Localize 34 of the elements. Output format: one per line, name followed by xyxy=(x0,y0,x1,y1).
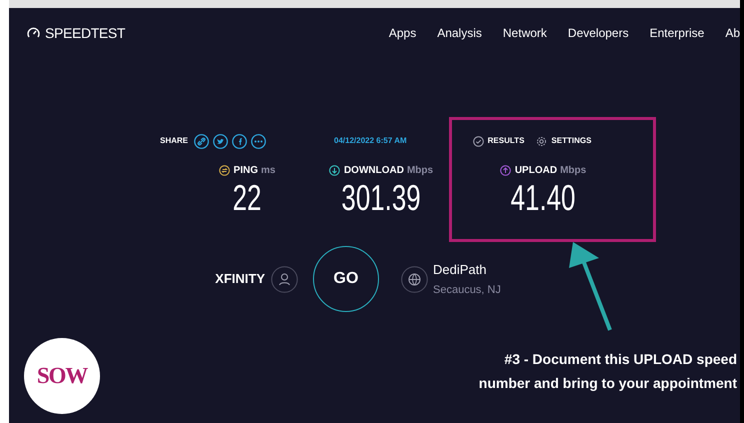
check-icon xyxy=(472,136,484,146)
annotation-text: #3 - Document this UPLOAD speed number and bring to your appointment xyxy=(478,350,737,393)
metric-label: DOWNLOAD xyxy=(344,164,404,178)
metric-label: UPLOAD xyxy=(514,164,558,178)
globe-icon[interactable] xyxy=(401,266,428,292)
link-icon[interactable] xyxy=(194,134,210,148)
nav-link[interactable]: Enterprise xyxy=(650,24,704,42)
results-link[interactable]: RESULTS xyxy=(472,135,524,147)
settings-link[interactable]: SETTINGS xyxy=(536,135,592,147)
nav-link[interactable]: Developers xyxy=(568,24,629,42)
bird-icon[interactable] xyxy=(213,134,228,148)
nav-link[interactable]: Analysis xyxy=(437,24,482,42)
nav-link[interactable]: Ab xyxy=(725,24,740,42)
server-name[interactable]: DediPath xyxy=(433,260,501,280)
test-date: 04/12/2022 6:57 AM xyxy=(334,135,407,147)
share-label: SHARE xyxy=(160,135,188,147)
metric-label: PING xyxy=(234,164,258,178)
nav-link[interactable]: Network xyxy=(502,24,547,42)
metric-value: 301.39 xyxy=(341,178,421,218)
server-location: Secaucus, NJ xyxy=(433,282,501,298)
go-button[interactable]: GO xyxy=(313,246,379,312)
metric-unit: Mbps xyxy=(406,164,434,178)
more-icon[interactable] xyxy=(251,134,266,148)
metric-value: 41.40 xyxy=(510,178,576,218)
isp-name: XFINITY xyxy=(215,270,265,288)
f-icon[interactable] xyxy=(232,134,248,148)
metric-value: 22 xyxy=(232,178,262,218)
speedtest-logo[interactable]: SPEEDTEST xyxy=(45,22,126,44)
metric-unit: ms xyxy=(261,164,276,178)
gauge-icon xyxy=(27,27,40,39)
gear-icon xyxy=(536,136,548,146)
nav-link[interactable]: Apps xyxy=(388,24,416,42)
user-icon[interactable] xyxy=(271,266,298,292)
metric-unit: Mbps xyxy=(560,164,586,178)
